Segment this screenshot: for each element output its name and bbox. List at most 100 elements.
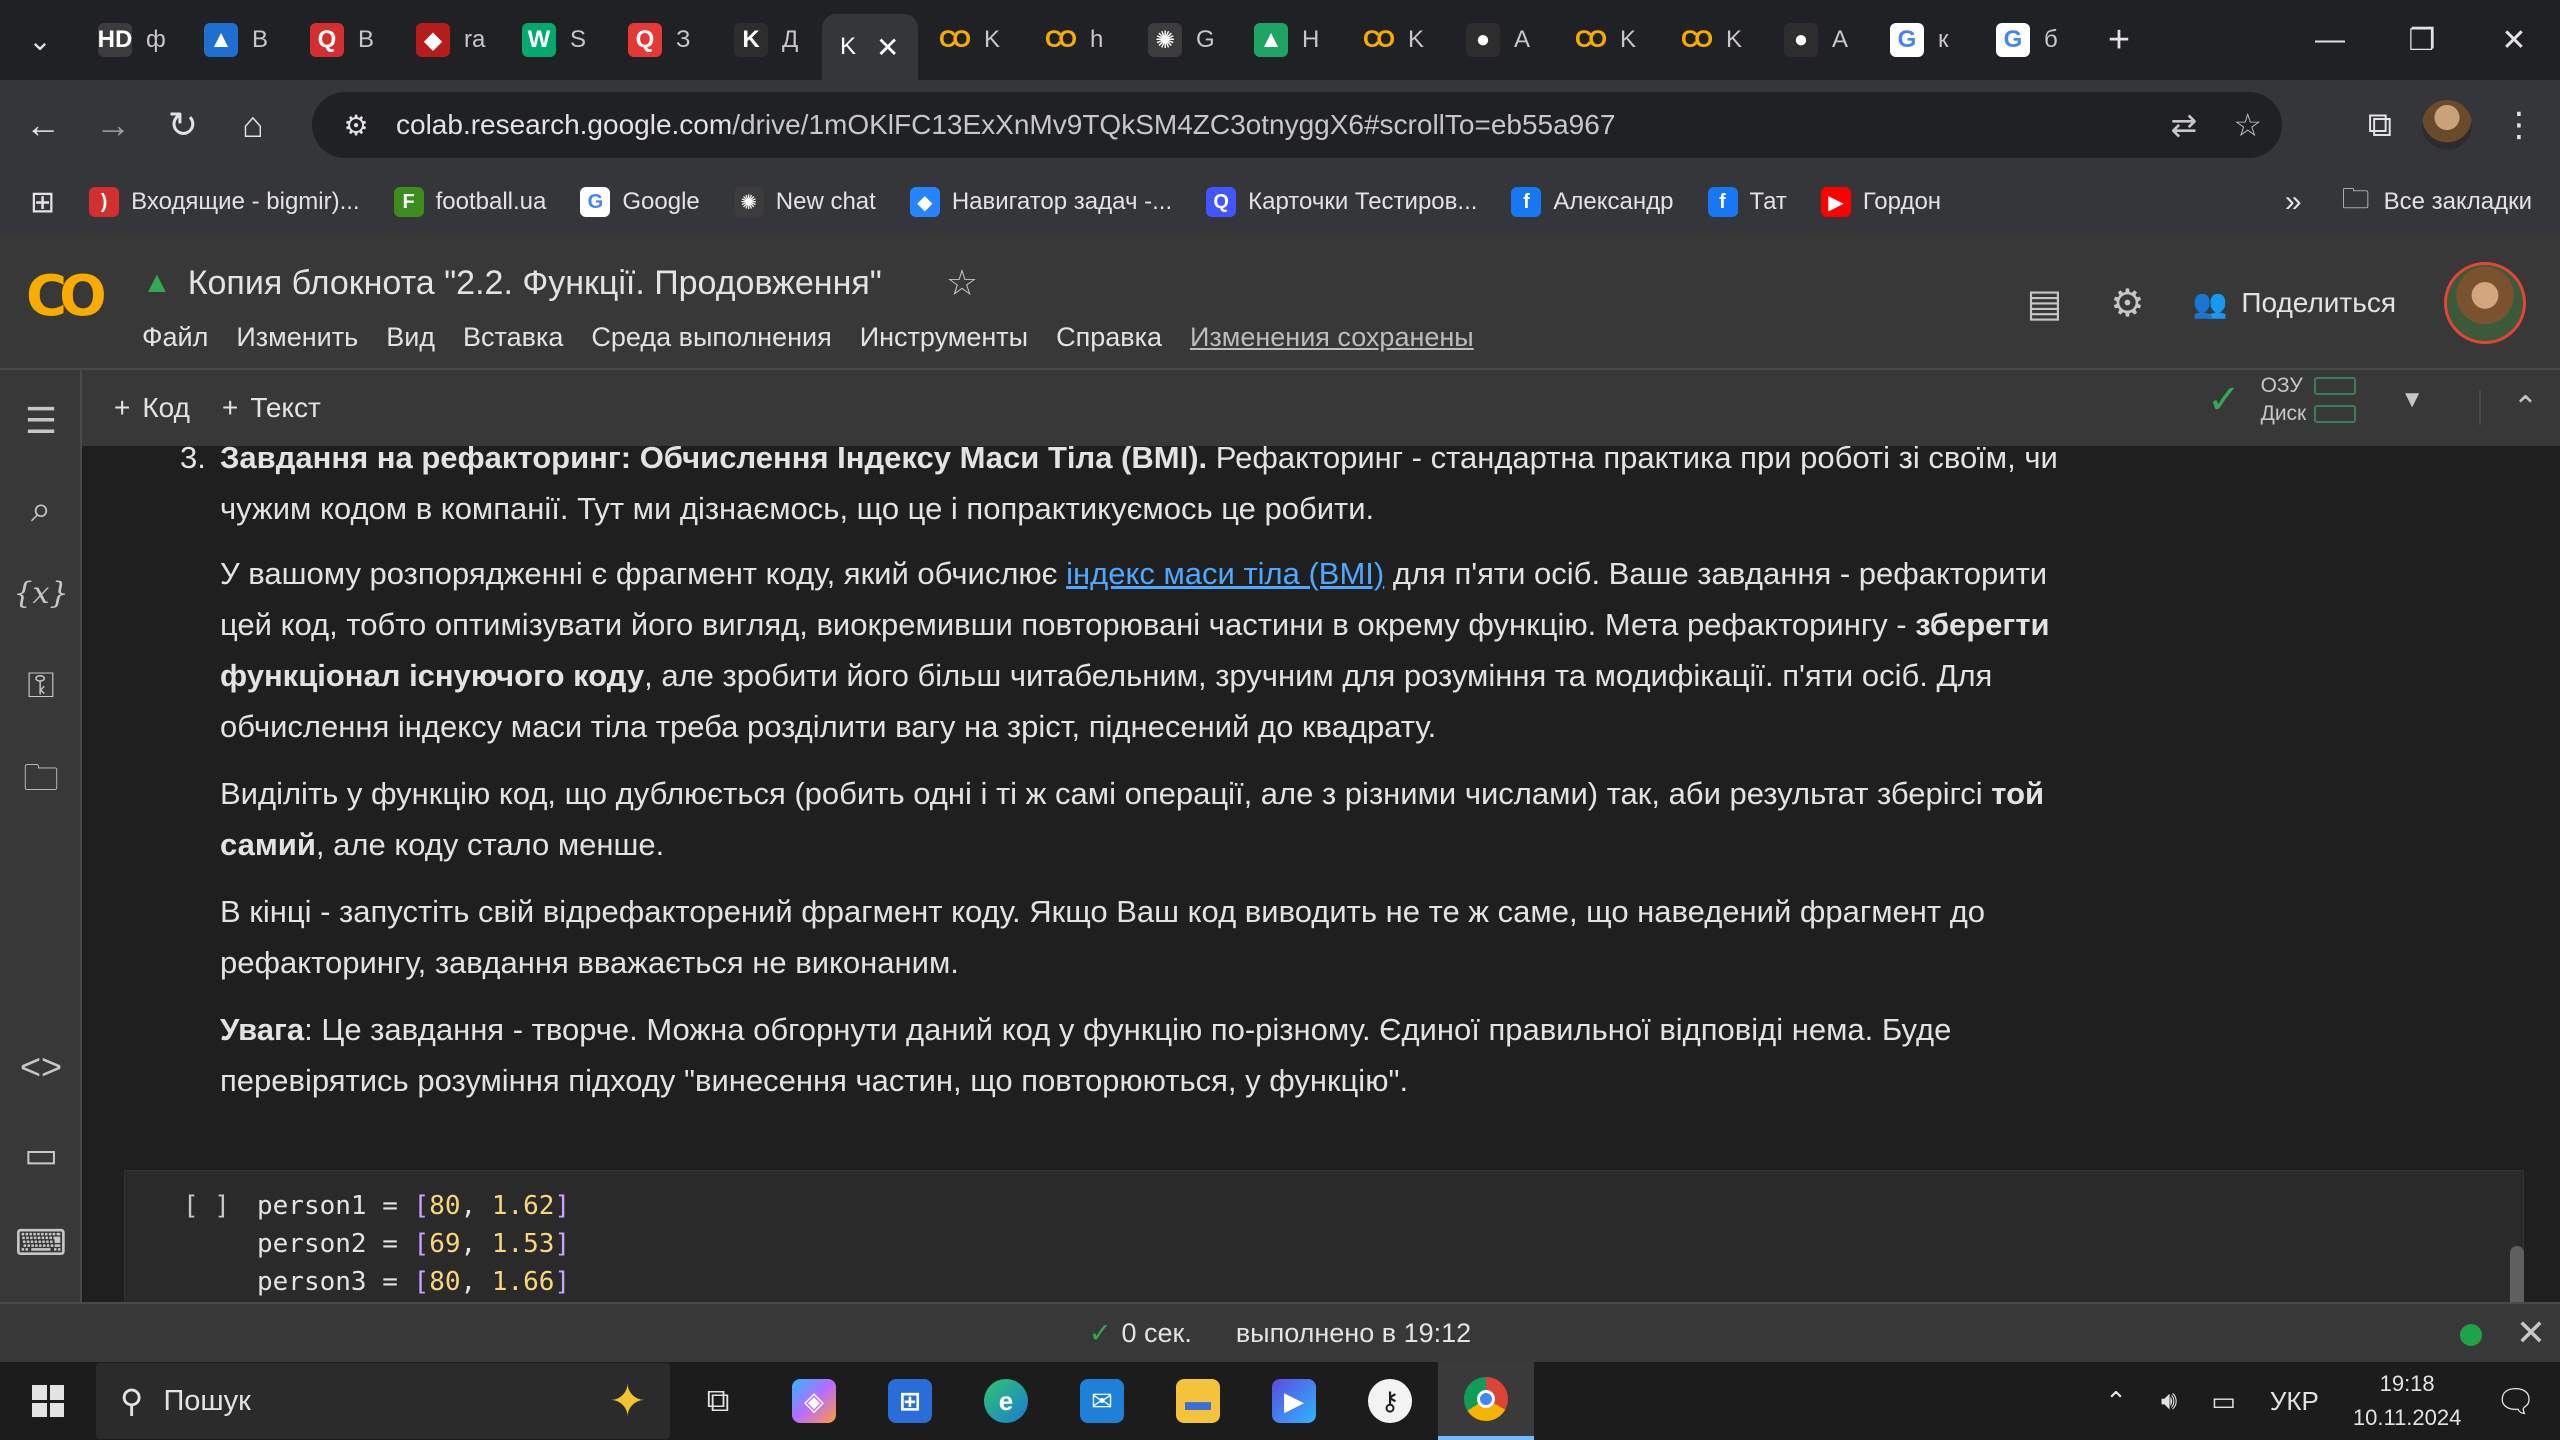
variables-icon[interactable]: {x} [0, 576, 82, 611]
start-button[interactable] [0, 1385, 96, 1417]
tab-b-4[interactable]: WS [504, 10, 610, 70]
menu-item[interactable]: Изменить [236, 322, 358, 353]
menu-item[interactable]: Вид [386, 322, 435, 353]
collapse-toolbar-icon[interactable]: ⌃ [2478, 390, 2538, 425]
browser-menu-icon[interactable]: ⋮ [2502, 105, 2536, 145]
search-icon[interactable]: ⌕ [0, 488, 82, 531]
clipchamp-app[interactable]: ▶ [1246, 1362, 1342, 1440]
bookmark-item[interactable]: ) Входящие - bigmir)... [89, 187, 360, 217]
forward-button[interactable]: → [78, 90, 148, 160]
translate-icon[interactable]: ⇄ [2171, 106, 2198, 144]
star-notebook-icon[interactable]: ☆ [946, 262, 978, 304]
settings-gear-icon[interactable]: ⚙ [2110, 281, 2144, 326]
tab-a-5[interactable]: ● A [1448, 10, 1554, 70]
tab-b-3[interactable]: ◆ ra [398, 10, 504, 70]
tab-a-8[interactable]: ● A [1766, 10, 1872, 70]
tab-b-2[interactable]: QB [292, 10, 398, 70]
files-folder-icon[interactable]: 🗀 [0, 752, 82, 813]
save-status-link[interactable]: Изменения сохранены [1190, 322, 1474, 353]
tab-b-6[interactable]: KД [716, 10, 822, 70]
edge-app[interactable]: e [958, 1362, 1054, 1440]
close-tab-icon[interactable]: ✕ [876, 31, 899, 64]
new-tab-button[interactable]: + [2084, 19, 2154, 62]
notebook-title[interactable]: Копия блокнота "2.2. Функції. Продовженн… [188, 264, 882, 303]
battery-icon[interactable]: ▭ [2211, 1386, 2236, 1417]
store-app[interactable]: ⊞ [862, 1362, 958, 1440]
minimize-window-icon[interactable]: — [2284, 0, 2376, 80]
menu-item[interactable]: Справка [1056, 322, 1162, 353]
close-window-icon[interactable]: ✕ [2468, 0, 2560, 80]
file-explorer-app[interactable]: ▬ [1150, 1362, 1246, 1440]
code-snippets-icon[interactable]: <> [0, 1046, 82, 1088]
site-info-icon[interactable]: ⚙ [326, 109, 386, 142]
address-bar[interactable]: ⚙ colab.research.google.com/drive/1mOKlF… [312, 92, 2282, 158]
show-hidden-icons[interactable]: ⌃ [2105, 1386, 2127, 1417]
bookmark-item[interactable]: ✺ New chat [733, 187, 876, 217]
tab-a-10[interactable]: Gб [1978, 10, 2084, 70]
colab-logo[interactable]: CO [26, 264, 114, 329]
tab-a-1[interactable]: CO h [1024, 10, 1130, 70]
back-button[interactable]: ← [8, 90, 78, 160]
tab-b-0[interactable]: HD ф [80, 10, 186, 70]
profile-avatar[interactable] [2422, 100, 2472, 150]
comments-icon[interactable]: ▤ [2027, 281, 2063, 326]
clock[interactable]: 19:18 10.11.2024 [2353, 1367, 2461, 1435]
add-code-cell-button[interactable]: + Код [114, 392, 190, 424]
bookmark-item[interactable]: Q Карточки Тестиров... [1206, 187, 1477, 217]
volume-icon[interactable]: 🔊︎ [2161, 1385, 2177, 1417]
colab-icon: CO [1681, 26, 1713, 53]
code-cell[interactable]: [ ] person1 = [80, 1.62] person2 = [69, 1… [124, 1170, 2524, 1302]
all-bookmarks-folder[interactable]: 🗀 Все закладки [2342, 178, 2532, 226]
tab-a-9[interactable]: Gк [1872, 10, 1978, 70]
tab-search-dropdown-icon[interactable]: ⌄ [0, 0, 80, 80]
reload-button[interactable]: ↻ [148, 90, 218, 160]
bookmark-item[interactable]: ▶ Гордон [1820, 187, 1941, 217]
tab-a-2[interactable]: ✺ G [1130, 10, 1236, 70]
taskbar-search[interactable]: ⚲ Пошук ✦ [96, 1363, 670, 1439]
key-app[interactable]: ⚷ [1342, 1362, 1438, 1440]
extensions-icon[interactable]: ⧉ [2368, 106, 2392, 145]
table-of-contents-icon[interactable]: ☰ [0, 400, 82, 442]
bookmark-star-icon[interactable]: ☆ [2233, 106, 2262, 144]
tab-b-1[interactable]: ▲ B [186, 10, 292, 70]
runtime-dropdown-icon[interactable]: ▼ [2400, 386, 2424, 414]
home-button[interactable]: ⌂ [218, 90, 288, 160]
tab-a-3[interactable]: ▲ H [1236, 10, 1342, 70]
secrets-key-icon[interactable]: ⚿ [0, 664, 82, 707]
tab-a-0[interactable]: CO K [918, 10, 1024, 70]
bookmark-item[interactable]: f Александр [1511, 187, 1674, 217]
mail-app[interactable]: ✉ [1054, 1362, 1150, 1440]
run-cell-button[interactable]: [ ] [183, 1191, 230, 1221]
menu-item[interactable]: Вставка [463, 322, 563, 353]
account-avatar[interactable] [2444, 262, 2526, 344]
more-bookmarks-icon[interactable]: » [2285, 185, 2302, 219]
share-button[interactable]: 👥 Поделиться [2193, 287, 2397, 320]
menu-item[interactable]: Среда выполнения [591, 322, 831, 353]
bookmark-item[interactable]: Ffootball.ua [393, 187, 546, 217]
tab-b-5[interactable]: QЗ [610, 10, 716, 70]
restore-window-icon[interactable]: ❐ [2376, 0, 2468, 80]
tab-a-7[interactable]: CO K [1660, 10, 1766, 70]
add-text-cell-button[interactable]: + Текст [222, 392, 321, 424]
terminal-icon[interactable]: ⌨ [0, 1222, 82, 1264]
input-language[interactable]: УКР [2270, 1386, 2319, 1417]
command-palette-icon[interactable]: ▭ [0, 1134, 82, 1176]
copilot-app[interactable]: ◈ [766, 1362, 862, 1440]
runtime-resources[interactable]: ✓ ОЗУ Диск ▼ [2207, 374, 2424, 426]
notifications-icon[interactable]: 🗨︎ [2495, 1382, 2536, 1420]
tab-a-6[interactable]: CO K [1554, 10, 1660, 70]
menu-item[interactable]: Файл [142, 322, 208, 353]
tab-a-4[interactable]: CO K [1342, 10, 1448, 70]
url-text[interactable]: colab.research.google.com/drive/1mOKlFC1… [396, 109, 1615, 141]
bookmark-item[interactable]: ◆ Навигатор задач -... [909, 187, 1172, 217]
bmi-link[interactable]: індекс маси тіла (BMI) [1066, 556, 1384, 591]
apps-grid-icon[interactable]: ⊞ [30, 185, 55, 220]
close-status-icon[interactable]: ✕ [2516, 1312, 2546, 1354]
bookmark-item[interactable]: G Google [580, 187, 700, 217]
menu-item[interactable]: Инструменты [860, 322, 1028, 353]
bookmark-item[interactable]: f Тат [1707, 187, 1787, 217]
tab-active[interactable]: K ✕ [822, 14, 918, 80]
scrollbar-thumb[interactable] [2510, 1246, 2524, 1302]
task-view-button[interactable]: ⧉ [670, 1362, 766, 1440]
chrome-app[interactable] [1438, 1362, 1534, 1440]
